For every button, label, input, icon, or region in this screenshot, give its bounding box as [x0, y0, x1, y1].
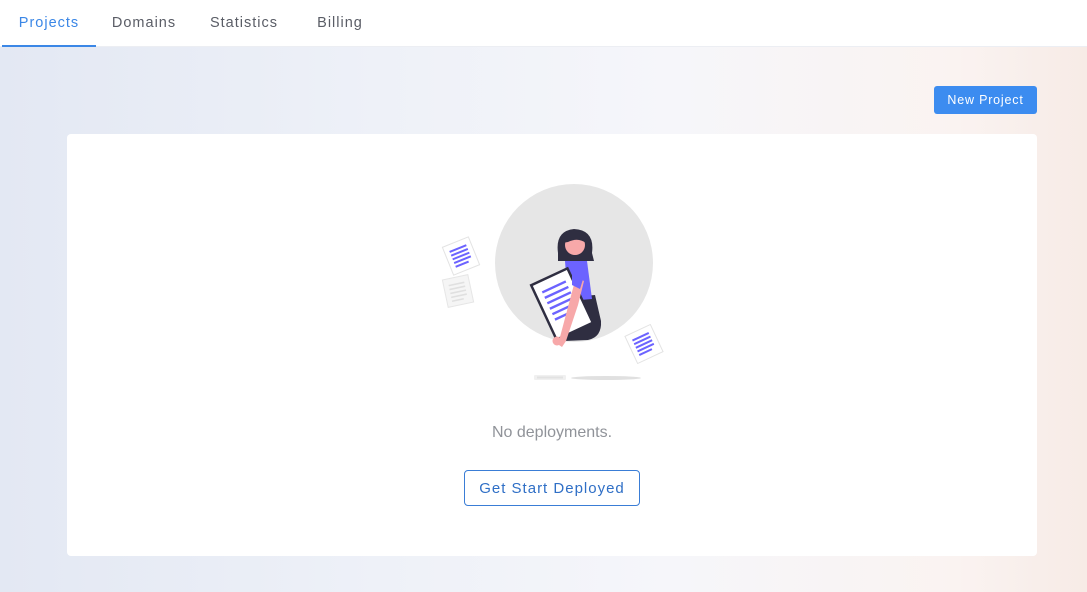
empty-state-message: No deployments. — [491, 424, 613, 441]
empty-state-card: No deployments. Get Start Deployed — [67, 134, 1037, 556]
tab-projects[interactable]: Projects — [2, 0, 96, 47]
tab-domains[interactable]: Domains — [100, 0, 188, 46]
woman-holding-document-illustration — [441, 184, 664, 380]
new-project-button[interactable]: New Project — [934, 86, 1037, 114]
tab-statistics[interactable]: Statistics — [196, 0, 292, 46]
top-navigation: Projects Domains Statistics Billing — [0, 0, 1087, 47]
get-start-deployed-button[interactable]: Get Start Deployed — [464, 470, 640, 506]
tab-billing[interactable]: Billing — [304, 0, 376, 46]
